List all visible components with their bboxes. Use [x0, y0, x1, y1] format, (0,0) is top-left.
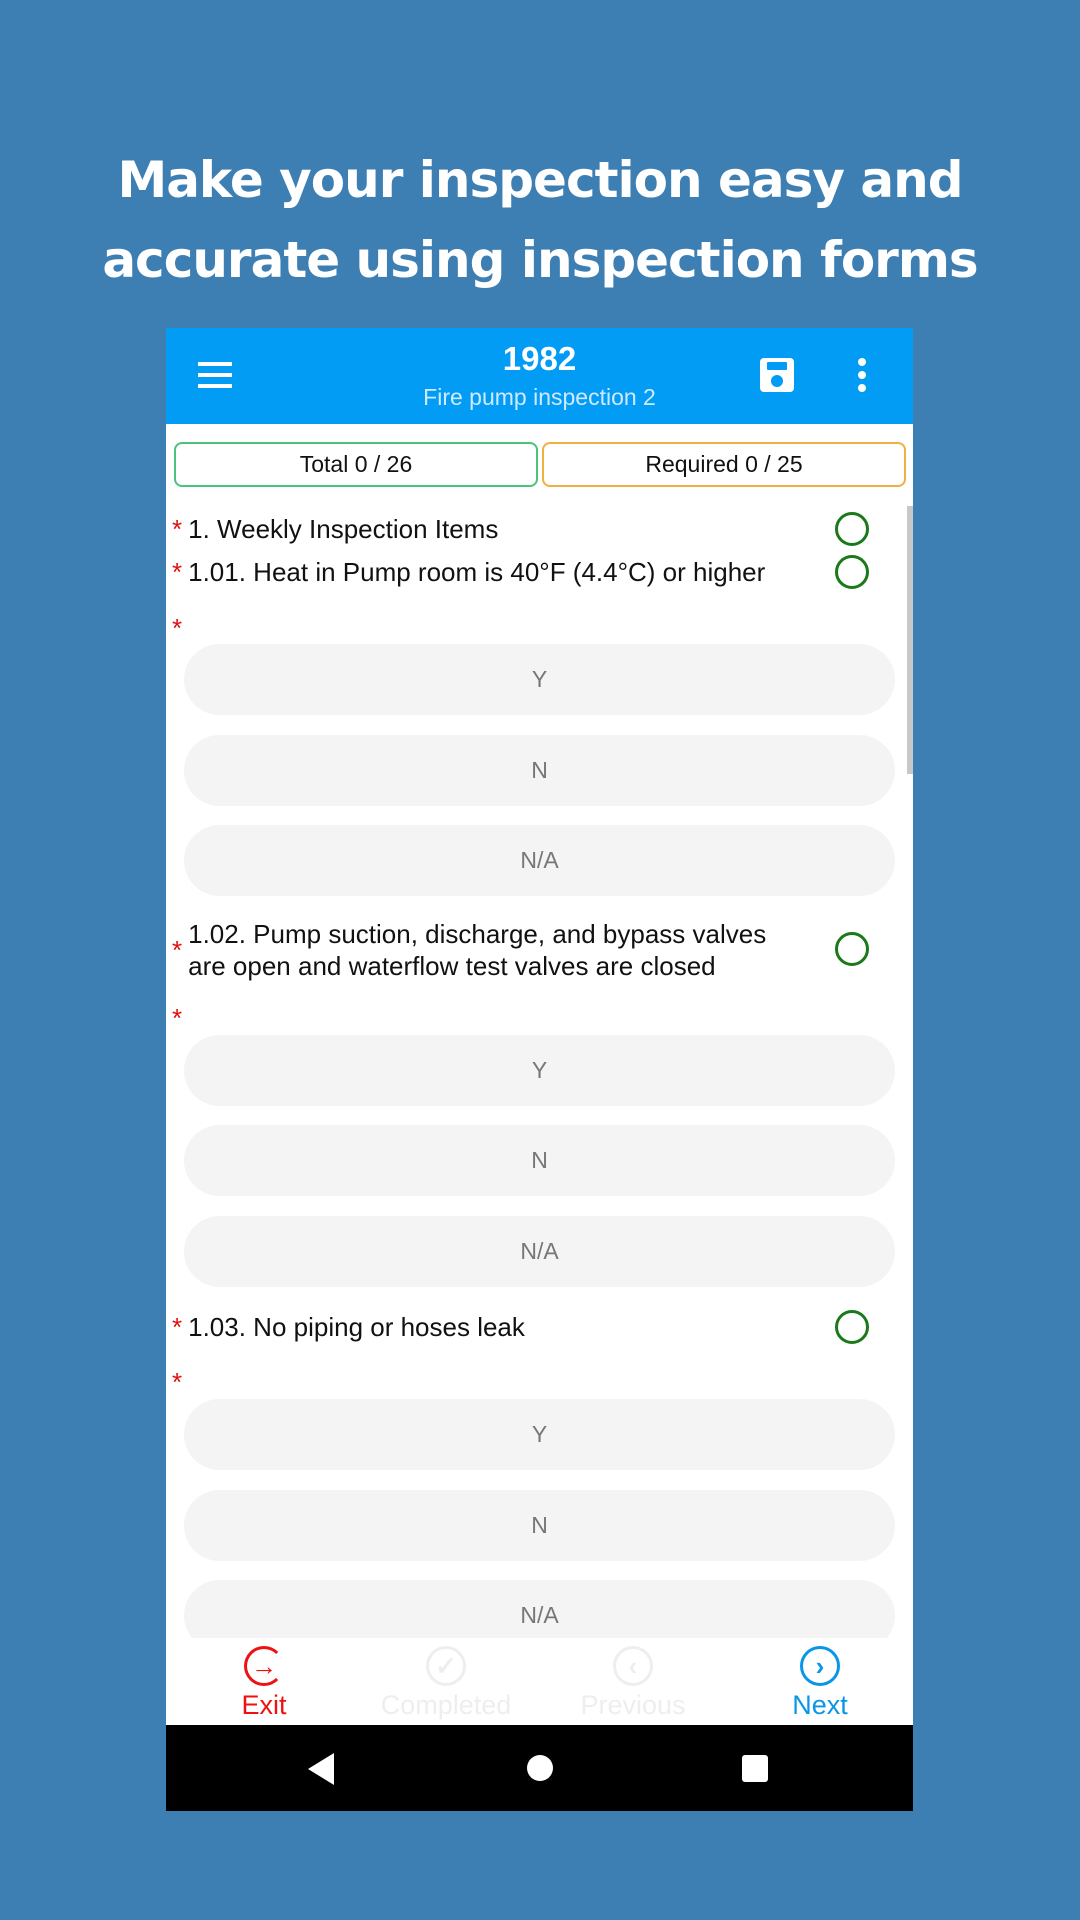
- previous-button[interactable]: ‹ Previous: [558, 1638, 708, 1721]
- option-y[interactable]: Y: [184, 1035, 895, 1106]
- required-asterisk: *: [172, 935, 183, 965]
- option-y[interactable]: Y: [184, 1399, 895, 1470]
- app-bar: 1982 Fire pump inspection 2: [166, 328, 913, 424]
- option-n[interactable]: N: [184, 1125, 895, 1196]
- form-subtitle: Fire pump inspection 2: [423, 384, 656, 410]
- more-vert-icon[interactable]: [858, 358, 868, 394]
- form-title: 1982: [502, 340, 577, 377]
- next-button[interactable]: › Next: [745, 1638, 895, 1721]
- required-asterisk: *: [172, 1367, 183, 1397]
- headline-line-2: accurate using inspection forms: [102, 231, 978, 289]
- bottom-action-bar: → Exit ✓ Completed ‹ Previous › Next: [166, 1638, 913, 1725]
- question-label: * 1.02. Pump suction, discharge, and byp…: [172, 918, 766, 982]
- question-text-line-1: 1.02. Pump suction, discharge, and bypas…: [188, 919, 767, 949]
- question-text: 1.01. Heat in Pump room is 40°F (4.4°C) …: [188, 557, 766, 587]
- required-asterisk: *: [172, 613, 183, 643]
- scrollbar[interactable]: [907, 506, 913, 774]
- status-circle-icon: [835, 555, 869, 589]
- previous-label: Previous: [580, 1690, 686, 1720]
- answer-required-mark: *: [172, 1002, 188, 1034]
- answer-required-mark: *: [172, 612, 188, 644]
- status-circle-icon: [835, 1310, 869, 1344]
- required-counter[interactable]: Required 0 / 25: [542, 442, 906, 487]
- question-label: * 1.01. Heat in Pump room is 40°F (4.4°C)…: [172, 556, 765, 588]
- section-title: * 1. Weekly Inspection Items: [172, 513, 498, 545]
- option-na[interactable]: N/A: [184, 825, 895, 896]
- completed-button[interactable]: ✓ Completed: [371, 1638, 521, 1721]
- option-na[interactable]: N/A: [184, 1216, 895, 1287]
- status-circle-icon: [835, 932, 869, 966]
- exit-button[interactable]: → Exit: [189, 1638, 339, 1721]
- total-counter[interactable]: Total 0 / 26: [174, 442, 538, 487]
- headline-line-1: Make your inspection easy and: [117, 151, 963, 209]
- required-asterisk: *: [172, 557, 183, 587]
- question-label: * 1.03. No piping or hoses leak: [172, 1311, 525, 1343]
- check-circle-icon: ✓: [426, 1646, 466, 1686]
- question-text: 1.03. No piping or hoses leak: [188, 1312, 525, 1342]
- answer-required-mark: *: [172, 1366, 188, 1398]
- completed-label: Completed: [380, 1690, 512, 1720]
- home-icon[interactable]: [527, 1755, 553, 1781]
- question-text-line-2: are open and waterflow test valves are c…: [188, 951, 716, 981]
- system-nav-bar: [166, 1725, 913, 1811]
- option-y[interactable]: Y: [184, 644, 895, 715]
- option-n[interactable]: N: [184, 1490, 895, 1561]
- required-asterisk: *: [172, 514, 183, 544]
- phone-screen: 1982 Fire pump inspection 2 Total 0 / 26…: [166, 328, 913, 1811]
- exit-icon: →: [244, 1646, 284, 1686]
- required-asterisk: *: [172, 1312, 183, 1342]
- exit-label: Exit: [241, 1690, 287, 1720]
- chevron-right-circle-icon: ›: [800, 1646, 840, 1686]
- option-n[interactable]: N: [184, 735, 895, 806]
- chevron-left-circle-icon: ‹: [613, 1646, 653, 1686]
- status-circle-icon: [835, 512, 869, 546]
- section-title-text: 1. Weekly Inspection Items: [188, 514, 499, 544]
- recents-icon[interactable]: [742, 1755, 768, 1782]
- required-asterisk: *: [172, 1003, 183, 1033]
- back-icon[interactable]: [308, 1753, 334, 1785]
- promo-headline: Make your inspection easy and accurate u…: [0, 140, 1080, 300]
- floppy-disk-icon[interactable]: [760, 358, 794, 392]
- next-label: Next: [792, 1690, 848, 1720]
